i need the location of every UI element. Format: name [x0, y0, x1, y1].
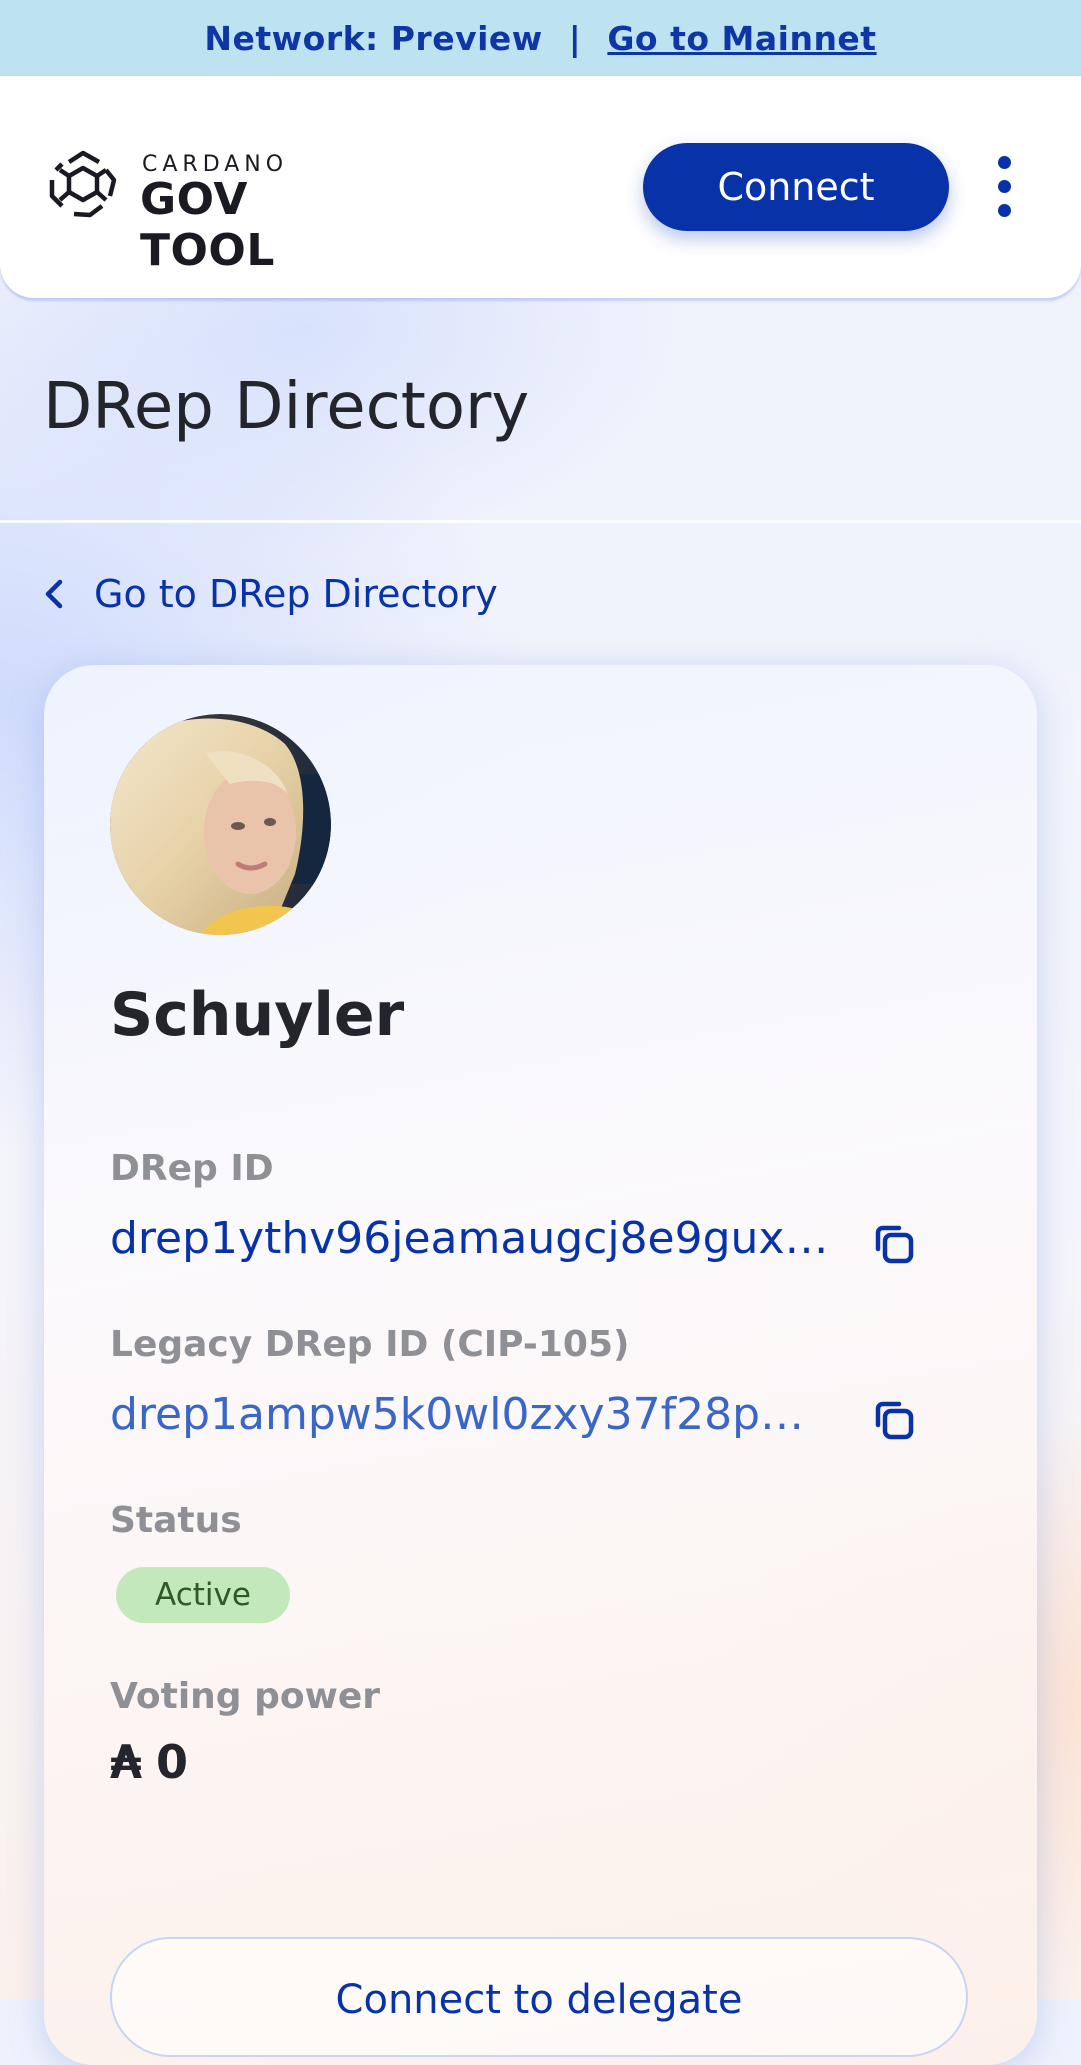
top-header: CARDANO GOV TOOL Connect — [0, 76, 1081, 298]
ada-symbol: ₳ — [110, 1735, 143, 1789]
title-divider — [0, 520, 1081, 523]
drep-name: Schuyler — [110, 980, 405, 1050]
network-label: Network: Preview — [204, 18, 543, 58]
page-title: DRep Directory — [43, 370, 530, 444]
voting-power-value: ₳ 0 — [110, 1735, 188, 1789]
govtool-logo[interactable]: CARDANO GOV TOOL — [42, 144, 392, 276]
voting-power-label: Voting power — [110, 1676, 381, 1717]
voting-power-amount: 0 — [156, 1735, 189, 1789]
copy-icon[interactable] — [869, 1219, 919, 1269]
copy-icon[interactable] — [869, 1395, 919, 1445]
drep-avatar — [110, 714, 331, 935]
status-badge: Active — [116, 1567, 290, 1623]
more-vertical-icon[interactable] — [986, 152, 1022, 222]
drep-id-value[interactable]: drep1ythv96jeamaugcj8e9guxy… — [110, 1213, 830, 1264]
network-banner: Network: Preview | Go to Mainnet — [0, 0, 1081, 76]
drep-details-card: Schuyler DRep ID drep1ythv96jeamaugcj8e9… — [44, 665, 1037, 2065]
connect-to-delegate-button[interactable]: Connect to delegate — [110, 1937, 968, 2057]
back-to-directory-link[interactable]: Go to DRep Directory — [40, 568, 498, 620]
chevron-left-icon — [45, 579, 63, 609]
back-link-label: Go to DRep Directory — [94, 572, 498, 616]
banner-separator: | — [568, 18, 582, 58]
cardano-hexagon-logo-icon — [49, 150, 117, 218]
status-label: Status — [110, 1500, 242, 1541]
go-to-mainnet-link[interactable]: Go to Mainnet — [607, 19, 876, 58]
legacy-drep-id-value[interactable]: drep1ampw5k0wl0zxy37f28p39j… — [110, 1389, 830, 1440]
connect-wallet-button[interactable]: Connect — [643, 143, 949, 231]
legacy-drep-id-label: Legacy DRep ID (CIP-105) — [110, 1324, 630, 1365]
logo-text-govtool: GOV TOOL — [140, 174, 275, 276]
drep-id-label: DRep ID — [110, 1148, 274, 1189]
